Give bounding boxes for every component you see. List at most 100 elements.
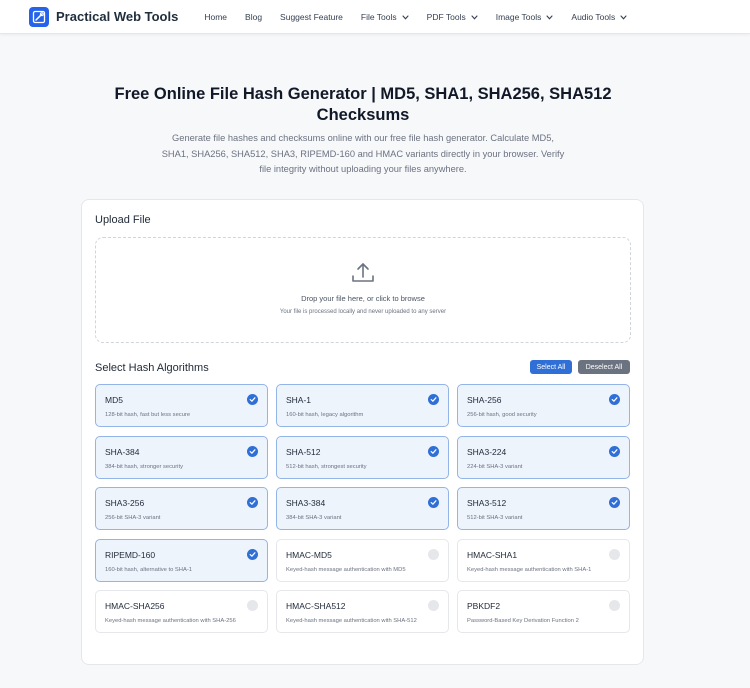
algorithm-description: 160-bit hash, alternative to SHA-1 xyxy=(105,567,193,573)
algorithm-name: HMAC-SHA1 xyxy=(467,550,518,560)
nav-link-audio-tools[interactable]: Audio Tools xyxy=(571,12,627,22)
nav-link-label: File Tools xyxy=(360,11,397,22)
algorithm-name: PBKDF2 xyxy=(467,601,501,611)
nav-link-file-tools[interactable]: File Tools xyxy=(361,12,409,22)
upload-icon xyxy=(352,263,374,282)
subtitle-line-3: file integrity without uploading your fi… xyxy=(259,164,467,174)
dropzone-text: Drop your file here, or click to browse xyxy=(301,294,425,303)
deselect-all-button[interactable]: Deselect All xyxy=(578,360,630,374)
algorithm-option-sha3-224[interactable]: SHA3-224 224-bit SHA-3 variant xyxy=(457,436,630,479)
hash-generator-card: Upload File Drop your file here, or clic… xyxy=(81,199,644,665)
algorithm-name: SHA3-256 xyxy=(105,498,145,508)
subtitle-line-2: SHA1, SHA256, SHA512, SHA3, RIPEMD-160 a… xyxy=(161,148,565,159)
algorithm-option-hmac-sha512[interactable]: HMAC-SHA512 Keyed-hash message authentica… xyxy=(276,590,449,633)
nav-link-suggest-feature[interactable]: Suggest Feature xyxy=(280,12,343,22)
empty-circle-icon[interactable] xyxy=(428,549,439,560)
chevron-down-icon xyxy=(471,12,478,22)
algorithm-option-ripemd-160[interactable]: RIPEMD-160 160-bit hash, alternative to S… xyxy=(95,539,268,582)
page-subtitle: Generate file hashes and checksums onlin… xyxy=(145,131,581,178)
nav-link-label: Image Tools xyxy=(495,11,542,22)
algorithm-name: HMAC-SHA256 xyxy=(105,601,165,611)
check-circle-icon[interactable] xyxy=(247,549,258,560)
algorithm-name: HMAC-SHA512 xyxy=(286,601,346,611)
chevron-down-icon xyxy=(620,12,627,22)
check-circle-icon[interactable] xyxy=(609,446,620,457)
algorithm-option-pbkdf2[interactable]: PBKDF2 Password-Based Key Derivation Func… xyxy=(457,590,630,633)
algorithm-description: 384-bit SHA-3 variant xyxy=(286,515,342,521)
algorithm-description: 256-bit SHA-3 variant xyxy=(105,515,161,521)
page-title-line-1: Free Online File Hash Generator | MD5, S… xyxy=(114,85,612,103)
dropzone-subtext: Your file is processed locally and never… xyxy=(279,309,447,315)
algorithm-option-sha3-512[interactable]: SHA3-512 512-bit SHA-3 variant xyxy=(457,487,630,530)
algorithm-description: Keyed-hash message authentication with M… xyxy=(286,567,406,573)
top-navbar: Practical Web Tools Home Blog Suggest Feat… xyxy=(0,0,750,34)
algorithm-description: 160-bit hash, legacy algorithm xyxy=(286,412,364,418)
algorithm-name: SHA-384 xyxy=(105,447,140,457)
brand-link[interactable]: Practical Web Tools xyxy=(29,6,179,27)
page-title: Free Online File Hash Generator | MD5, S… xyxy=(100,84,626,126)
algorithm-name: SHA-512 xyxy=(286,447,321,457)
check-circle-icon[interactable] xyxy=(247,497,258,508)
chevron-down-icon xyxy=(402,12,409,22)
tools-logo-icon xyxy=(29,6,49,27)
algorithm-option-hmac-sha256[interactable]: HMAC-SHA256 Keyed-hash message authentica… xyxy=(95,590,268,633)
algorithm-option-sha-1[interactable]: SHA-1 160-bit hash, legacy algorithm xyxy=(276,384,449,427)
algorithm-name: HMAC-MD5 xyxy=(286,550,332,560)
algorithm-option-sha3-384[interactable]: SHA3-384 384-bit SHA-3 variant xyxy=(276,487,449,530)
check-circle-icon[interactable] xyxy=(428,394,439,405)
algorithm-description: 512-bit SHA-3 variant xyxy=(467,515,523,521)
nav-link-label: Suggest Feature xyxy=(280,11,343,22)
check-circle-icon[interactable] xyxy=(428,446,439,457)
algorithm-name: SHA3-512 xyxy=(467,498,507,508)
select-all-button[interactable]: Select All xyxy=(530,360,572,374)
empty-circle-icon[interactable] xyxy=(609,600,620,611)
algorithm-option-sha-512[interactable]: SHA-512 512-bit hash, strongest security xyxy=(276,436,449,479)
check-circle-icon[interactable] xyxy=(609,497,620,508)
page-title-line-2: Checksums xyxy=(316,106,410,124)
algorithm-option-md5[interactable]: MD5 128-bit hash, fast but less secure xyxy=(95,384,268,427)
subtitle-line-1: Generate file hashes and checksums onlin… xyxy=(172,133,554,143)
nav-link-image-tools[interactable]: Image Tools xyxy=(496,12,554,22)
algorithm-name: SHA3-224 xyxy=(467,447,507,457)
algorithm-description: Keyed-hash message authentication with S… xyxy=(467,567,592,573)
check-circle-icon[interactable] xyxy=(247,394,258,405)
nav-link-label: Audio Tools xyxy=(571,11,616,22)
nav-link-blog[interactable]: Blog xyxy=(245,12,262,22)
check-circle-icon[interactable] xyxy=(609,394,620,405)
nav-link-label: Blog xyxy=(245,11,263,22)
algorithm-name: SHA-256 xyxy=(467,395,502,405)
algorithm-description: 128-bit hash, fast but less secure xyxy=(105,412,191,418)
empty-circle-icon[interactable] xyxy=(609,549,620,560)
algorithm-description: 256-bit hash, good security xyxy=(467,412,537,418)
nav-links: Home Blog Suggest Feature File Tools PDF Too… xyxy=(204,12,645,22)
file-dropzone[interactable]: Drop your file here, or click to browse … xyxy=(95,237,631,343)
check-circle-icon[interactable] xyxy=(247,446,258,457)
brand-name: Practical Web Tools xyxy=(56,9,179,24)
algorithm-option-hmac-sha1[interactable]: HMAC-SHA1 Keyed-hash message authenticati… xyxy=(457,539,630,582)
empty-circle-icon[interactable] xyxy=(247,600,258,611)
algorithm-description: 512-bit hash, strongest security xyxy=(286,464,367,470)
algorithm-description: Keyed-hash message authentication with S… xyxy=(286,618,417,624)
nav-link-label: Home xyxy=(204,11,228,22)
chevron-down-icon xyxy=(546,12,553,22)
algorithm-description: Keyed-hash message authentication with S… xyxy=(105,618,236,624)
algorithm-grid: MD5 128-bit hash, fast but less secure SHA… xyxy=(95,384,631,633)
algorithms-section-title: Select Hash Algorithms xyxy=(95,362,209,374)
empty-circle-icon[interactable] xyxy=(428,600,439,611)
upload-section-title: Upload File xyxy=(95,214,151,226)
algorithm-description: 384-bit hash, stronger security xyxy=(105,464,183,470)
algorithm-name: MD5 xyxy=(105,395,123,405)
algorithm-name: RIPEMD-160 xyxy=(105,550,156,560)
check-circle-icon[interactable] xyxy=(428,497,439,508)
nav-link-home[interactable]: Home xyxy=(204,12,227,22)
nav-link-pdf-tools[interactable]: PDF Tools xyxy=(427,12,478,22)
algorithm-description: 224-bit SHA-3 variant xyxy=(467,464,523,470)
algorithm-option-sha-384[interactable]: SHA-384 384-bit hash, stronger security xyxy=(95,436,268,479)
algorithm-description: Password-Based Key Derivation Function 2 xyxy=(467,618,579,624)
algorithm-option-sha3-256[interactable]: SHA3-256 256-bit SHA-3 variant xyxy=(95,487,268,530)
algorithm-option-sha-256[interactable]: SHA-256 256-bit hash, good security xyxy=(457,384,630,427)
algorithm-name: SHA-1 xyxy=(286,395,312,405)
algorithm-name: SHA3-384 xyxy=(286,498,326,508)
nav-link-label: PDF Tools xyxy=(426,11,466,22)
algorithm-option-hmac-md5[interactable]: HMAC-MD5 Keyed-hash message authenticatio… xyxy=(276,539,449,582)
